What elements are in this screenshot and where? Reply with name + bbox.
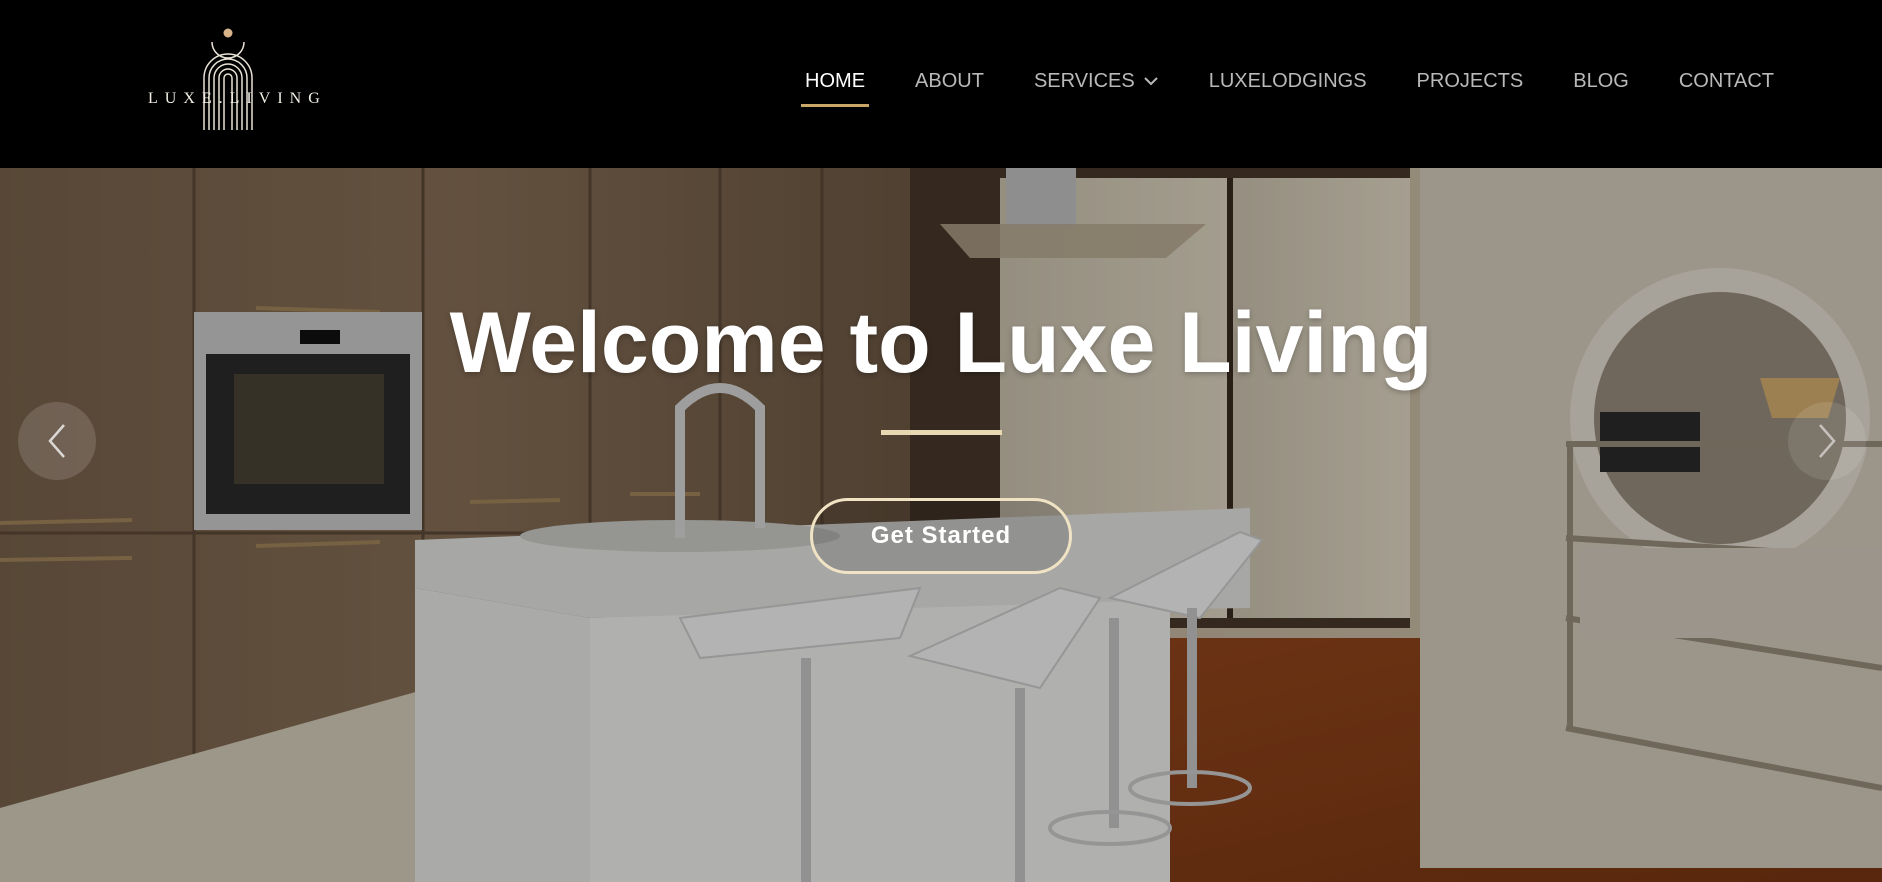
nav-about[interactable]: ABOUT <box>915 68 984 108</box>
nav-projects[interactable]: PROJECTS <box>1417 68 1524 108</box>
site-logo[interactable]: LUXE.LIVING <box>148 28 327 138</box>
chevron-left-icon <box>48 424 65 458</box>
nav-projects-label: PROJECTS <box>1416 70 1524 92</box>
nav-home[interactable]: HOME <box>801 68 870 108</box>
get-started-button[interactable]: Get Started <box>810 498 1072 574</box>
brand-name: LUXE.LIVING <box>148 90 327 107</box>
hero-divider <box>881 430 1002 435</box>
nav-blog-label: BLOG <box>1573 70 1629 92</box>
site-header: LUXE.LIVING HOME ABOUT SERVICES LUXELODG… <box>0 0 1882 168</box>
nav-services[interactable]: SERVICES <box>1034 68 1159 108</box>
slider-prev-button[interactable] <box>18 402 96 480</box>
hero-slider: Welcome to Luxe Living Get Started <box>0 168 1882 882</box>
hero-title: Welcome to Luxe Living <box>449 295 1433 391</box>
chevron-right-icon <box>1819 424 1836 458</box>
nav-luxelodgings[interactable]: LUXELODGINGS <box>1209 68 1367 108</box>
slider-next-button[interactable] <box>1788 402 1866 480</box>
arch-lines-logo-icon <box>203 28 253 130</box>
main-nav: HOME ABOUT SERVICES LUXELODGINGS PROJECT… <box>801 68 1774 108</box>
nav-contact-label: CONTACT <box>1678 70 1774 92</box>
nav-blog[interactable]: BLOG <box>1573 68 1629 108</box>
nav-home-label: HOME <box>805 70 866 92</box>
nav-luxelodgings-label: LUXELODGINGS <box>1208 70 1367 92</box>
chevron-down-icon <box>1144 77 1158 86</box>
nav-services-label: SERVICES <box>1033 70 1135 92</box>
nav-contact[interactable]: CONTACT <box>1679 68 1774 108</box>
nav-about-label: ABOUT <box>915 70 984 92</box>
